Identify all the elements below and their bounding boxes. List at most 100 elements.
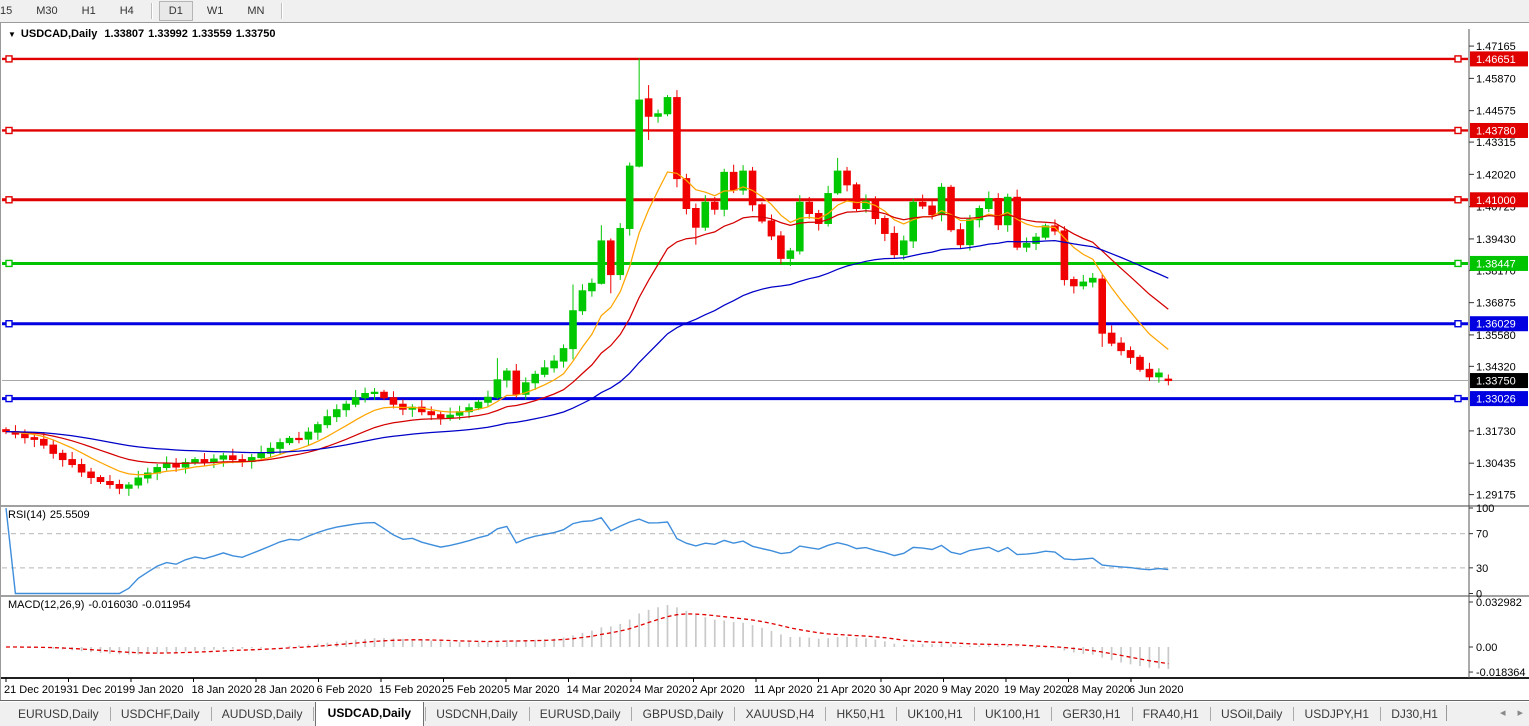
bear-candle-body (1137, 357, 1144, 369)
svg-text:1.33750: 1.33750 (1476, 376, 1516, 388)
svg-text:1.39430: 1.39430 (1476, 234, 1516, 246)
tab-scroll-right-icon[interactable]: ▸ (1517, 707, 1523, 719)
macd-name: MACD(12,26,9) (8, 599, 84, 611)
chart-tab-usdjpy-h1[interactable]: USDJPY,H1 (1295, 703, 1379, 726)
line-handle[interactable] (1455, 197, 1461, 203)
bull-candle-body (570, 311, 577, 349)
bear-candle-body (1127, 351, 1134, 358)
bull-candle-body (655, 114, 662, 116)
chart-tab-usdcnh-daily[interactable]: USDCNH,Daily (426, 703, 527, 726)
chart-tab-eurusd-daily[interactable]: EURUSD,Daily (530, 703, 631, 726)
line-handle[interactable] (6, 321, 12, 327)
chart-tab-usoil-daily[interactable]: USOil,Daily (1211, 703, 1292, 726)
timeframe-button-mn[interactable]: MN (237, 1, 274, 21)
chart-tab-ger30-h1[interactable]: GER30,H1 (1053, 703, 1131, 726)
symbol-dropdown-icon[interactable]: ▼ (8, 30, 16, 39)
svg-text:1.42020: 1.42020 (1476, 169, 1516, 181)
bear-candle-body (872, 201, 879, 218)
svg-text:1.36029: 1.36029 (1476, 319, 1516, 331)
horizontal-line-1.36029[interactable] (2, 321, 1468, 327)
bear-candle-body (201, 460, 208, 462)
macd-signal-value: -0.011954 (142, 599, 191, 611)
chart-tab-fra40-h1[interactable]: FRA40,H1 (1133, 703, 1209, 726)
line-handle[interactable] (1455, 56, 1461, 62)
chart-tab-usdchf-daily[interactable]: USDCHF,Daily (111, 703, 210, 726)
timeframe-button-d1[interactable]: D1 (159, 1, 193, 21)
bear-candle-body (1099, 279, 1106, 333)
toolbar-separator (151, 3, 152, 19)
horizontal-line-1.46651[interactable] (2, 56, 1468, 62)
time-axis[interactable]: 21 Dec 201931 Dec 20199 Jan 202018 Jan 2… (1, 678, 1529, 700)
date-label: 30 Apr 2020 (879, 684, 938, 696)
bear-candle-body (97, 478, 104, 482)
bear-candle-body (693, 209, 700, 228)
timeframe-button-h1[interactable]: H1 (72, 1, 106, 21)
svg-text:100: 100 (1476, 503, 1494, 515)
svg-text:1.43780: 1.43780 (1476, 125, 1516, 137)
bear-candle-body (230, 456, 237, 460)
bull-candle-body (579, 291, 586, 311)
bull-candle-body (626, 166, 633, 228)
bear-candle-body (1146, 369, 1153, 376)
bear-candle-body (957, 230, 964, 245)
tab-scroll-left-icon[interactable]: ◂ (1500, 707, 1506, 719)
horizontal-line-1.41000[interactable] (2, 197, 1468, 203)
timeframe-button-w1[interactable]: W1 (197, 1, 234, 21)
bull-candle-body (333, 410, 340, 417)
bull-candle-body (834, 171, 841, 193)
chart-tab-hk50-h1[interactable]: HK50,H1 (826, 703, 895, 726)
bear-candle-body (882, 218, 889, 233)
ma-line-50 (6, 241, 1168, 453)
line-handle[interactable] (6, 260, 12, 266)
bear-candle-body (778, 236, 785, 258)
panel-frame (1, 29, 1529, 678)
chart-tab-eurusd-daily[interactable]: EURUSD,Daily (8, 703, 109, 726)
line-handle[interactable] (1455, 127, 1461, 133)
bull-candle-body (1023, 243, 1030, 247)
chart-tab-uk100-h1[interactable]: UK100,H1 (897, 703, 972, 726)
chart-tab-gbpusd-daily[interactable]: GBPUSD,Daily (633, 703, 734, 726)
line-handle[interactable] (6, 197, 12, 203)
bear-candle-body (88, 472, 95, 477)
chart-tab-dj30-h1[interactable]: DJ30,H1 (1381, 703, 1448, 726)
timeframe-button-15[interactable]: 15 (0, 1, 22, 21)
line-handle[interactable] (1455, 321, 1461, 327)
bear-candle-body (806, 202, 813, 213)
chart-canvas[interactable]: 1.471651.458701.445751.433151.420201.407… (1, 23, 1529, 701)
bear-candle-body (1014, 197, 1021, 247)
chart-tab-usdcad-daily[interactable]: USDCAD,Daily (315, 702, 424, 726)
line-handle[interactable] (1455, 396, 1461, 402)
bear-candle-body (173, 464, 180, 467)
line-handle[interactable] (1455, 260, 1461, 266)
svg-text:1.38447: 1.38447 (1476, 258, 1516, 270)
line-handle[interactable] (6, 396, 12, 402)
timeframe-button-h4[interactable]: H4 (110, 1, 144, 21)
date-label: 6 Feb 2020 (317, 684, 373, 696)
line-handle[interactable] (6, 127, 12, 133)
date-label: 2 Apr 2020 (692, 684, 745, 696)
chart-tab-uk100-h1[interactable]: UK100,H1 (975, 703, 1050, 726)
chart-tab-audusd-daily[interactable]: AUDUSD,Daily (212, 703, 313, 726)
date-label: 18 Jan 2020 (192, 684, 253, 696)
horizontal-line-1.38447[interactable] (2, 260, 1468, 266)
bull-candle-body (1080, 282, 1087, 286)
date-label: 28 Jan 2020 (254, 684, 315, 696)
bear-candle-body (437, 415, 444, 418)
date-label: 6 Jun 2020 (1129, 684, 1183, 696)
date-label: 14 Mar 2020 (567, 684, 629, 696)
chart-window[interactable]: ▼USDCAD,Daily 1.338071.339921.335591.337… (0, 22, 1529, 700)
bear-candle-body (929, 206, 936, 215)
chart-tab-xauusd-h4[interactable]: XAUUSD,H4 (736, 703, 825, 726)
toolbar-separator (281, 3, 282, 19)
bull-candle-body (362, 394, 369, 398)
price-axis[interactable]: 1.471651.458701.445751.433151.420201.407… (1469, 23, 1529, 679)
bull-candle-body (910, 202, 917, 241)
rsi-name: RSI(14) (8, 509, 46, 521)
bull-candle-body (598, 241, 605, 283)
bull-candle-body (702, 202, 709, 227)
horizontal-line-1.33026[interactable] (2, 396, 1468, 402)
horizontal-line-1.43780[interactable] (2, 127, 1468, 133)
timeframe-button-m30[interactable]: M30 (26, 1, 67, 21)
bull-candle-body (967, 220, 974, 245)
line-handle[interactable] (6, 56, 12, 62)
